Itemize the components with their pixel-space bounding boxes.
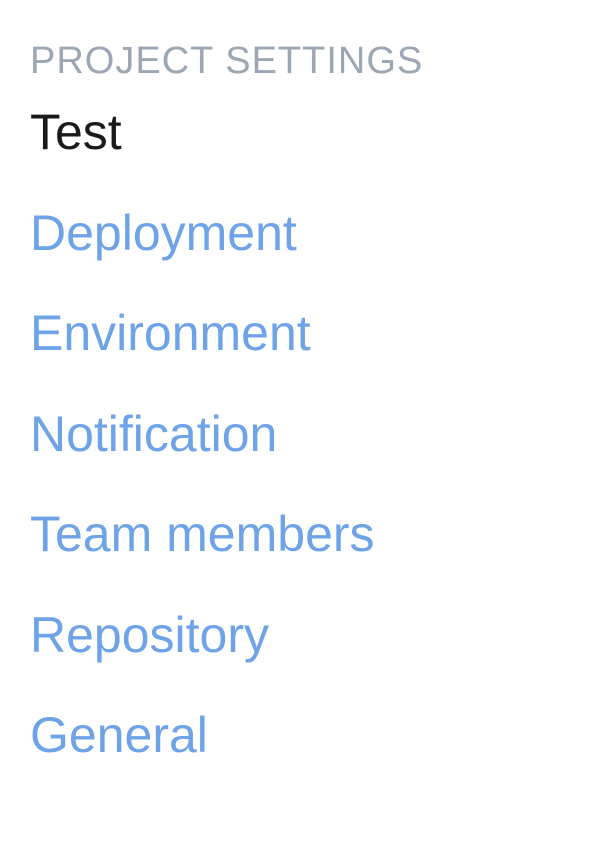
nav-item-label: Repository	[30, 607, 269, 663]
nav-item-deployment[interactable]: Deployment	[30, 202, 570, 265]
nav-item-label: Test	[30, 104, 122, 160]
nav-item-label: Deployment	[30, 205, 297, 261]
nav-item-test[interactable]: Test	[30, 101, 570, 164]
nav-item-general[interactable]: General	[30, 704, 570, 767]
nav-item-label: Team members	[30, 506, 375, 562]
nav-item-label: Environment	[30, 305, 311, 361]
nav-item-label: Notification	[30, 406, 277, 462]
project-settings-nav: PROJECT SETTINGS Test Deployment Environ…	[30, 40, 570, 767]
nav-item-environment[interactable]: Environment	[30, 302, 570, 365]
nav-section-header: PROJECT SETTINGS	[30, 40, 570, 83]
nav-item-label: General	[30, 707, 208, 763]
nav-item-notification[interactable]: Notification	[30, 403, 570, 466]
nav-item-repository[interactable]: Repository	[30, 604, 570, 667]
nav-item-team-members[interactable]: Team members	[30, 503, 570, 566]
